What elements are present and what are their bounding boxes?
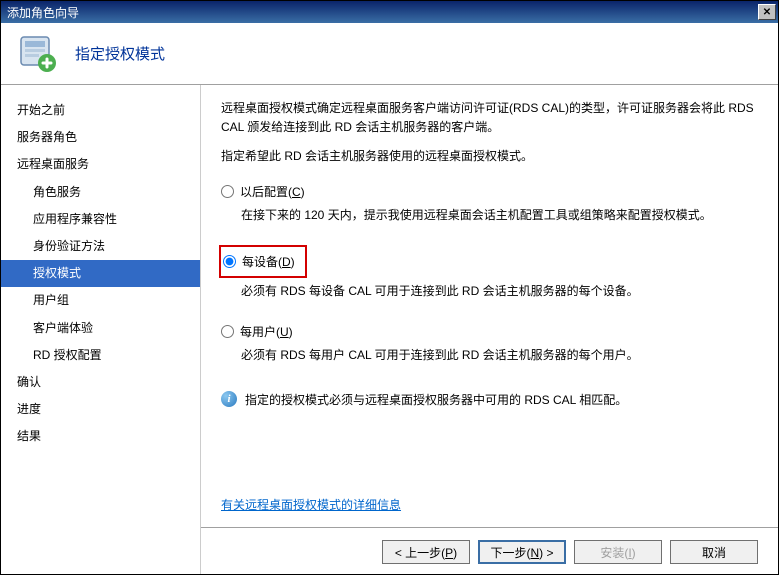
nav-server-roles[interactable]: 服务器角色: [1, 124, 200, 151]
nav-confirm[interactable]: 确认: [1, 369, 200, 396]
wizard-body: 开始之前 服务器角色 远程桌面服务 角色服务 应用程序兼容性 身份验证方法 授权…: [1, 85, 778, 574]
radio-device-row[interactable]: 每设备(D): [223, 251, 295, 272]
desc-later: 在接下来的 120 天内，提示我使用远程桌面会话主机配置工具或组策略来配置授权模…: [221, 202, 758, 239]
radio-user-label: 每用户(U): [240, 323, 293, 340]
radio-user[interactable]: [221, 325, 234, 338]
radio-later[interactable]: [221, 185, 234, 198]
nav-app-compat[interactable]: 应用程序兼容性: [1, 206, 200, 233]
info-text: 指定的授权模式必须与远程桌面授权服务器中可用的 RDS CAL 相匹配。: [245, 391, 627, 410]
button-row: < 上一步(P) 下一步(N) > 安装(I) 取消: [221, 528, 758, 564]
option-later: 以后配置(C) 在接下来的 120 天内，提示我使用远程桌面会话主机配置工具或组…: [221, 181, 758, 239]
prev-button[interactable]: < 上一步(P): [382, 540, 470, 564]
highlight-device: 每设备(D): [219, 245, 307, 278]
intro-text: 远程桌面授权模式确定远程桌面服务客户端访问许可证(RDS CAL)的类型，许可证…: [221, 99, 758, 137]
sidebar: 开始之前 服务器角色 远程桌面服务 角色服务 应用程序兼容性 身份验证方法 授权…: [1, 85, 201, 574]
radio-later-label: 以后配置(C): [240, 183, 305, 200]
info-icon: i: [221, 391, 237, 407]
prompt-text: 指定希望此 RD 会话主机服务器使用的远程桌面授权模式。: [221, 147, 758, 166]
link-row: 有关远程桌面授权模式的详细信息: [221, 496, 758, 527]
info-row: i 指定的授权模式必须与远程桌面授权服务器中可用的 RDS CAL 相匹配。: [221, 391, 758, 410]
nav-role-services[interactable]: 角色服务: [1, 179, 200, 206]
window-title: 添加角色向导: [7, 4, 79, 21]
wizard-header: 指定授权模式: [1, 23, 778, 85]
option-user: 每用户(U) 必须有 RDS 每用户 CAL 可用于连接到此 RD 会话主机服务…: [221, 321, 758, 379]
page-title: 指定授权模式: [75, 43, 165, 64]
nav-results[interactable]: 结果: [1, 423, 200, 450]
content-pane: 远程桌面授权模式确定远程桌面服务客户端访问许可证(RDS CAL)的类型，许可证…: [201, 85, 778, 574]
wizard-window: 添加角色向导 ✕ 指定授权模式 开始之前 服务器角色 远程桌面服务 角色服务 应…: [0, 0, 779, 575]
install-button: 安装(I): [574, 540, 662, 564]
next-button[interactable]: 下一步(N) >: [478, 540, 566, 564]
wizard-icon: [17, 33, 59, 75]
nav-rd-license-config[interactable]: RD 授权配置: [1, 342, 200, 369]
nav-user-groups[interactable]: 用户组: [1, 287, 200, 314]
more-info-link[interactable]: 有关远程桌面授权模式的详细信息: [221, 498, 401, 512]
close-button[interactable]: ✕: [758, 4, 776, 20]
nav-progress[interactable]: 进度: [1, 396, 200, 423]
radio-user-row[interactable]: 每用户(U): [221, 321, 758, 342]
radio-device[interactable]: [223, 255, 236, 268]
nav-before-begin[interactable]: 开始之前: [1, 97, 200, 124]
desc-device: 必须有 RDS 每设备 CAL 可用于连接到此 RD 会话主机服务器的每个设备。: [221, 278, 758, 315]
nav-licensing-mode[interactable]: 授权模式: [1, 260, 200, 287]
nav-rds[interactable]: 远程桌面服务: [1, 151, 200, 178]
cancel-button[interactable]: 取消: [670, 540, 758, 564]
desc-user: 必须有 RDS 每用户 CAL 可用于连接到此 RD 会话主机服务器的每个用户。: [221, 342, 758, 379]
titlebar: 添加角色向导 ✕: [1, 1, 778, 23]
nav-auth-method[interactable]: 身份验证方法: [1, 233, 200, 260]
radio-later-row[interactable]: 以后配置(C): [221, 181, 758, 202]
nav-client-exp[interactable]: 客户端体验: [1, 315, 200, 342]
radio-device-label: 每设备(D): [242, 253, 295, 270]
option-device: 每设备(D) 必须有 RDS 每设备 CAL 可用于连接到此 RD 会话主机服务…: [221, 245, 758, 315]
